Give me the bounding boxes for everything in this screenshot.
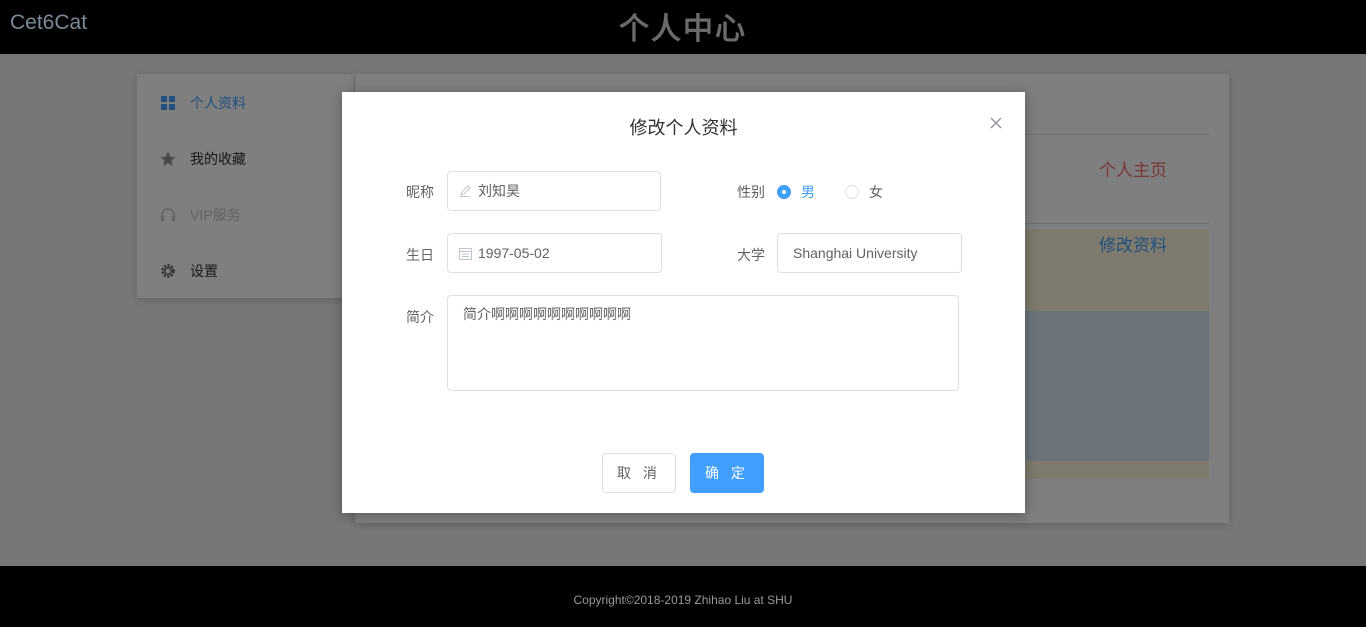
university-label: 大学 bbox=[737, 247, 765, 263]
gender-option-label: 女 bbox=[869, 184, 883, 200]
copyright-text: Copyright©2018-2019 Zhihao Liu at SHU bbox=[573, 593, 793, 607]
radio-dot bbox=[777, 185, 791, 199]
bio-label: 简介 bbox=[406, 309, 434, 325]
birthday-label: 生日 bbox=[406, 247, 434, 263]
bio-value: 简介啊啊啊啊啊啊啊啊啊啊 bbox=[463, 306, 631, 322]
gender-radio-female[interactable]: 女 bbox=[845, 182, 883, 202]
pencil-icon bbox=[458, 184, 472, 198]
dialog-title: 修改个人资料 bbox=[629, 118, 738, 138]
university-field[interactable]: Shanghai University bbox=[777, 233, 962, 273]
birthday-value: 1997-05-02 bbox=[478, 245, 550, 261]
cancel-button[interactable]: 取 消 bbox=[602, 453, 676, 493]
gender-option-label: 男 bbox=[801, 184, 815, 200]
nickname-value: 刘知昊 bbox=[478, 183, 520, 199]
calendar-icon bbox=[458, 246, 472, 260]
radio-dot bbox=[845, 185, 859, 199]
close-icon[interactable] bbox=[986, 113, 1006, 133]
nickname-label: 昵称 bbox=[406, 184, 434, 200]
top-bar: Cet6Cat 个人中心 bbox=[0, 0, 1366, 54]
page-title: 个人中心 bbox=[619, 13, 747, 46]
gender-radio-male[interactable]: 男 bbox=[777, 182, 815, 202]
bio-textarea[interactable]: 简介啊啊啊啊啊啊啊啊啊啊 bbox=[447, 295, 959, 391]
edit-profile-dialog: 修改个人资料 昵称 刘知昊 性别 男 女 生日 1997-05-02 大学 Sh… bbox=[342, 92, 1025, 513]
university-value: Shanghai University bbox=[793, 245, 918, 261]
gender-label: 性别 bbox=[737, 184, 765, 200]
confirm-button[interactable]: 确 定 bbox=[690, 453, 764, 493]
birthday-date-picker[interactable]: 1997-05-02 bbox=[447, 233, 662, 273]
nickname-field[interactable]: 刘知昊 bbox=[447, 171, 661, 211]
footer: Copyright©2018-2019 Zhihao Liu at SHU bbox=[0, 566, 1366, 627]
